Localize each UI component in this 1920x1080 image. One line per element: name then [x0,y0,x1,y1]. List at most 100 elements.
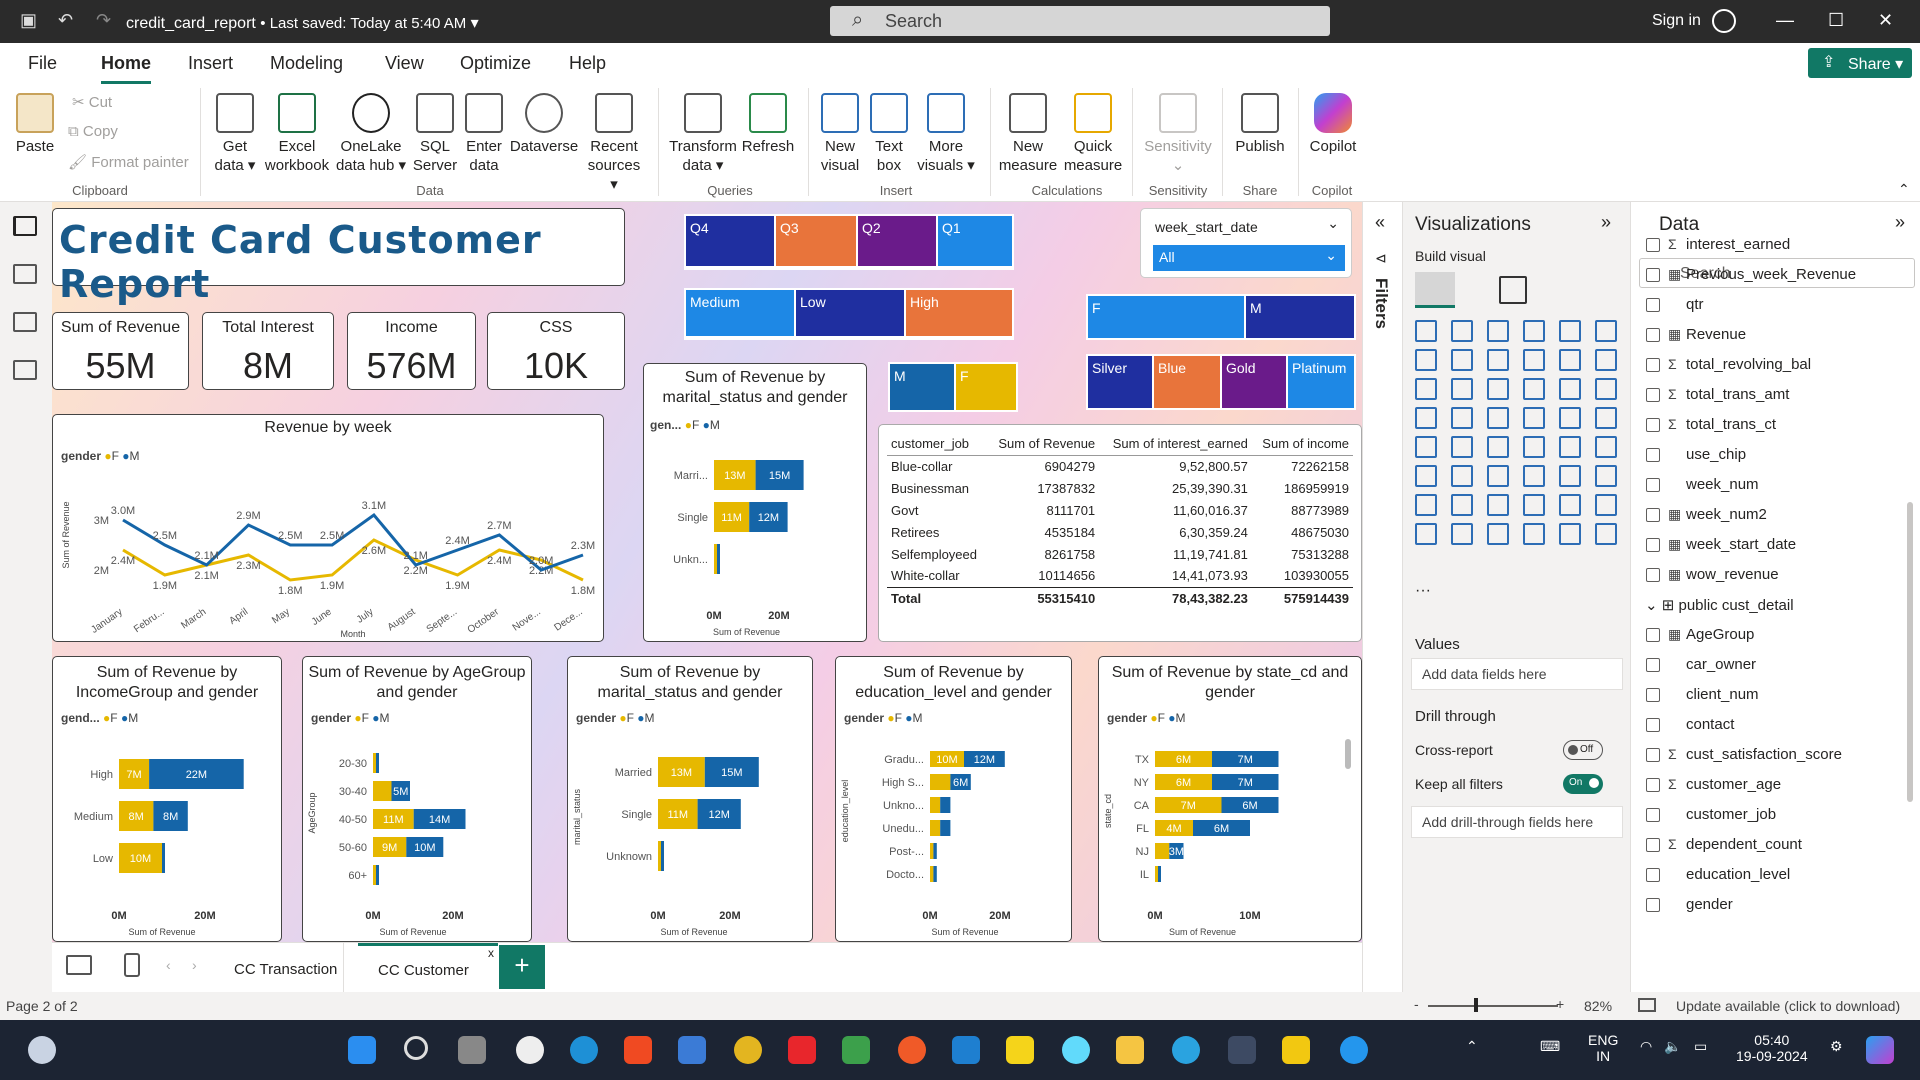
windows-start-icon[interactable] [348,1036,376,1064]
visual-type-icon[interactable] [1487,465,1509,487]
visual-type-icon[interactable] [1595,494,1617,516]
sensitivity-button[interactable]: Sensitivity ⌄ [1140,93,1216,175]
field-item[interactable]: qtr [1646,296,1704,313]
tab-prev-icon[interactable]: ‹ [166,957,171,973]
expand-filters-icon[interactable]: « [1375,212,1385,233]
brave-icon[interactable] [624,1036,652,1064]
visual-type-icon[interactable] [1415,407,1437,429]
app-icon[interactable] [842,1036,870,1064]
power-bi-icon[interactable] [1282,1036,1310,1064]
visual-type-icon[interactable] [1523,407,1545,429]
visual-type-icon[interactable] [1451,407,1473,429]
build-visual-tab-icon[interactable] [1415,272,1455,308]
quick-measure-button[interactable]: Quick measure [1060,93,1126,175]
visual-type-icon[interactable] [1415,436,1437,458]
field-checkbox[interactable] [1646,418,1660,432]
visual-type-icon[interactable] [1559,320,1581,342]
undo-icon[interactable]: ↶ [58,10,73,31]
visual-type-icon[interactable] [1595,407,1617,429]
column-header[interactable]: customer_job [887,433,987,455]
field-item[interactable]: gender [1646,896,1733,913]
field-checkbox[interactable] [1646,868,1660,882]
field-checkbox[interactable] [1646,568,1660,582]
customer-job-table[interactable]: customer_job Sum of Revenue Sum of inter… [878,424,1362,642]
app-icon[interactable] [788,1036,816,1064]
visual-type-icon[interactable] [1559,407,1581,429]
field-item[interactable]: car_owner [1646,656,1756,673]
table-row[interactable]: Blue-collar 6904279 9,52,800.57 72262158 [887,455,1353,477]
values-drop-zone[interactable]: Add data fields here [1411,658,1623,690]
field-item[interactable]: Σinterest_earned [1646,236,1790,253]
format-visual-tab-icon[interactable] [1499,276,1527,304]
visual-type-icon[interactable] [1595,349,1617,371]
visual-type-icon[interactable] [1523,320,1545,342]
save-icon[interactable]: ▣ [20,10,37,31]
column-header[interactable]: Sum of Revenue [987,433,1099,455]
paste-button[interactable]: Paste [14,93,56,156]
field-checkbox[interactable] [1646,508,1660,522]
visual-type-icon[interactable] [1451,436,1473,458]
edge-icon[interactable] [570,1036,598,1064]
cut-button[interactable]: ✂ Cut [72,93,112,111]
field-checkbox[interactable] [1646,478,1660,492]
keyboard-icon[interactable]: ⌨ [1540,1038,1560,1055]
copy-button[interactable]: ⧉ Copy [68,123,118,140]
cross-report-toggle[interactable]: Off [1563,740,1603,760]
visual-type-icon[interactable] [1523,494,1545,516]
field-item[interactable]: Σcust_satisfaction_score [1646,746,1842,763]
slicer-gender-f[interactable]: F [1088,296,1244,338]
kpi-css[interactable]: CSS 10K [487,312,625,390]
close-icon[interactable]: ✕ [1878,10,1893,31]
visual-type-icon[interactable] [1415,378,1437,400]
visual-type-icon[interactable] [1451,320,1473,342]
column-header[interactable]: Sum of interest_earned [1099,433,1252,455]
format-painter-button[interactable]: 🖌 Format painter [68,153,189,171]
slicer-gender-m[interactable]: M [1246,296,1354,338]
chevron-down-icon[interactable]: ⌄ [1327,215,1339,232]
vscode-icon[interactable] [952,1036,980,1064]
app-icon[interactable] [678,1036,706,1064]
collapse-data-icon[interactable]: » [1895,212,1905,233]
search-input[interactable]: ⌕ Search [830,6,1330,36]
transform-data-button[interactable]: Transform data ▾ [668,93,738,175]
visual-type-icon[interactable] [1559,378,1581,400]
tab-next-icon[interactable]: › [192,957,197,973]
field-item[interactable]: week_num [1646,476,1759,493]
visual-type-icon[interactable] [1415,465,1437,487]
filters-pane-collapsed[interactable]: « ⊲ Filters [1362,202,1402,992]
wifi-icon[interactable]: ◠ [1640,1038,1652,1055]
refresh-button[interactable]: Refresh [740,93,796,156]
chevron-up-icon[interactable]: ⌃ [1466,1038,1478,1055]
slicer-silver[interactable]: Silver [1088,356,1152,408]
visual-type-icon[interactable] [1523,523,1545,545]
table-node-cust-detail[interactable]: ⌄ ⊞ public cust_detail [1645,596,1794,614]
visual-type-icon[interactable] [1523,349,1545,371]
age-group-chart[interactable]: Sum of Revenue by AgeGroup and gender ge… [302,656,532,942]
more-visuals-button[interactable]: More visuals ▾ [914,93,978,175]
visual-type-icon[interactable] [1523,436,1545,458]
slicer-blue[interactable]: Blue [1154,356,1220,408]
field-checkbox[interactable] [1646,238,1660,252]
field-checkbox[interactable] [1646,388,1660,402]
visual-type-icon[interactable] [1559,436,1581,458]
text-box-button[interactable]: Text box [866,93,912,175]
slicer-m[interactable]: M [890,364,954,410]
visual-type-icon[interactable] [1415,523,1437,545]
visual-type-icon[interactable] [1559,494,1581,516]
recent-sources-button[interactable]: Recent sources ▾ [582,93,646,194]
slicer-low[interactable]: Low [796,290,904,336]
scrollbar[interactable] [1345,739,1351,769]
field-checkbox[interactable] [1646,658,1660,672]
field-checkbox[interactable] [1646,358,1660,372]
menu-help[interactable]: Help [569,53,606,74]
zoom-out-icon[interactable]: - [1414,996,1419,1012]
table-row[interactable]: White-collar 10114656 14,41,073.93 10393005… [887,565,1353,587]
tab-cc-customer[interactable]: CC Customer x [358,943,498,993]
menu-view[interactable]: View [385,53,424,74]
field-checkbox[interactable] [1646,778,1660,792]
zoom-slider-handle[interactable] [1474,998,1478,1012]
tab-cc-transaction[interactable]: CC Transaction [214,943,344,993]
field-checkbox[interactable] [1646,688,1660,702]
field-item[interactable]: Σdependent_count [1646,836,1802,853]
zoom-in-icon[interactable]: + [1556,996,1564,1012]
